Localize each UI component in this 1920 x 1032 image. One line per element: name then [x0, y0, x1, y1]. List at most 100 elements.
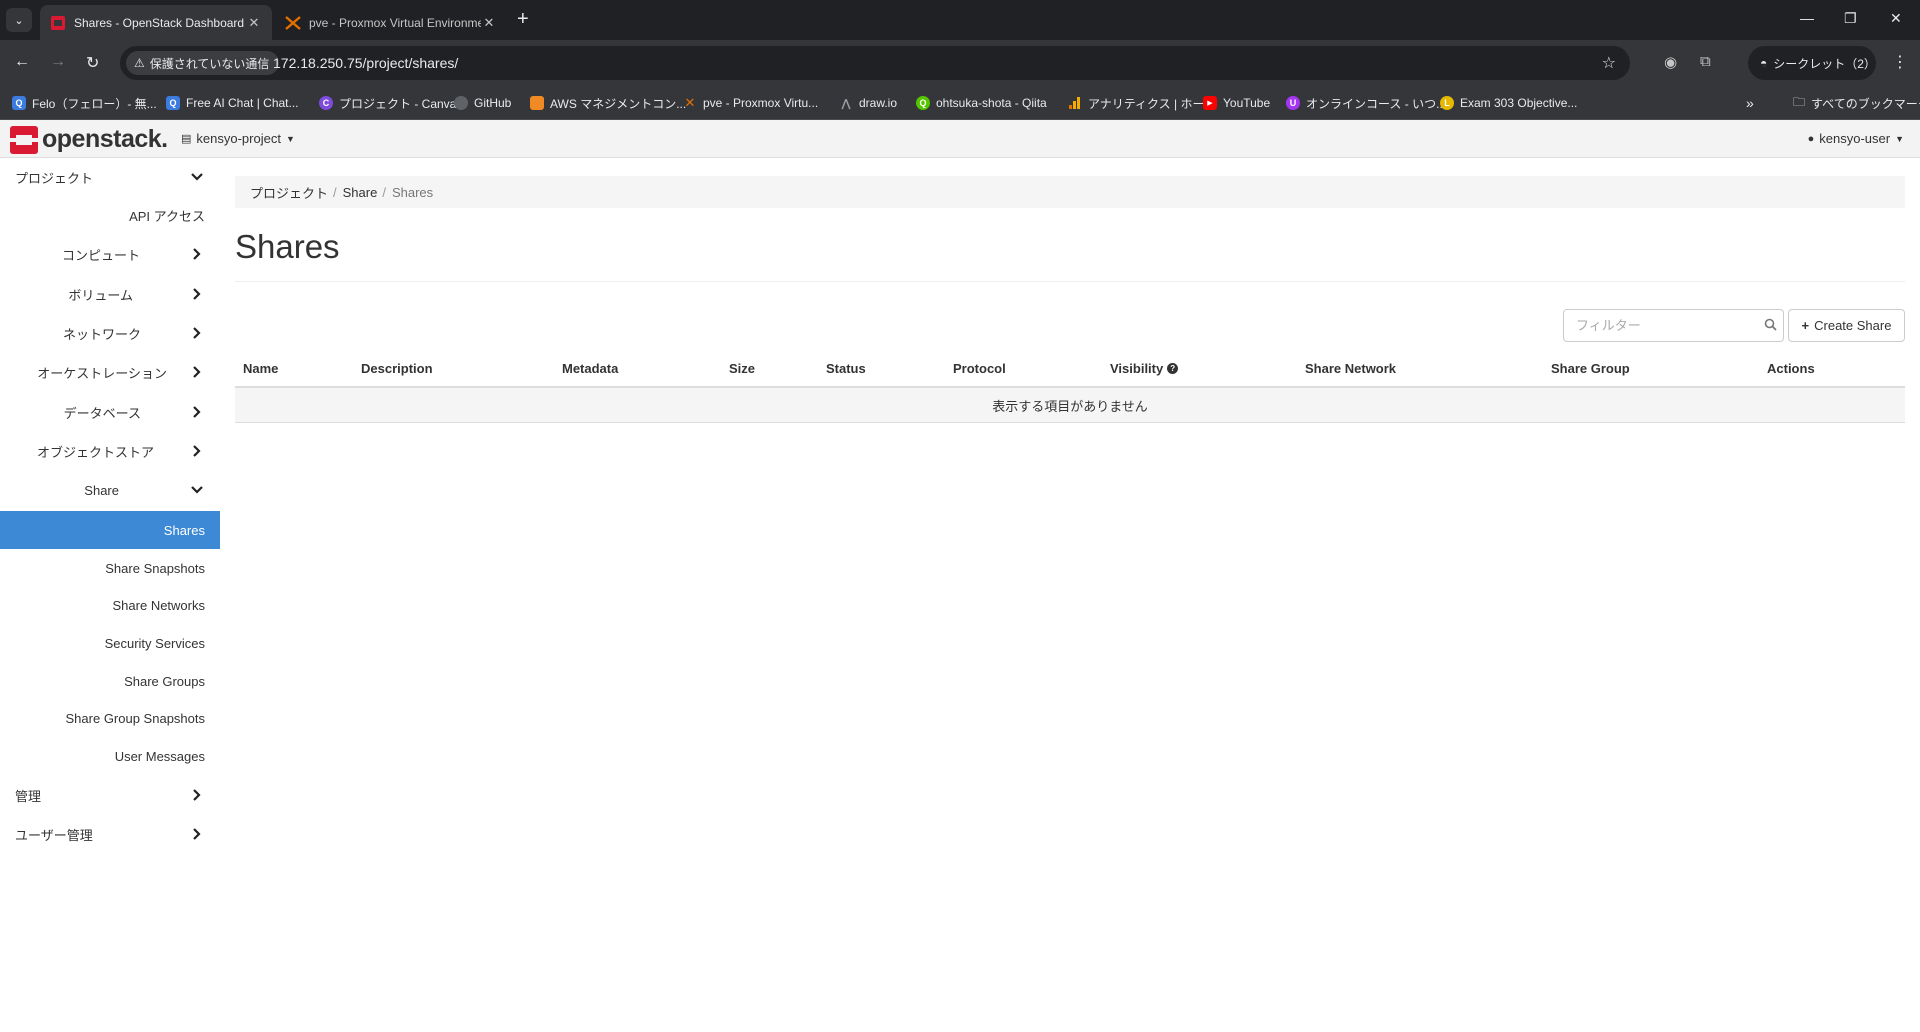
column-header-share-group[interactable]: Share Group [1551, 361, 1630, 376]
bookmark-item[interactable]: C プロジェクト - Canva [319, 94, 456, 112]
folder-icon: 🗀 [1793, 94, 1806, 109]
sidebar-item-object-store[interactable]: オブジェクトストア [37, 432, 154, 470]
bookmarks-overflow-icon[interactable]: » [1746, 94, 1754, 112]
sidebar-item-label: Shares [163, 522, 205, 538]
tab-title: pve - Proxmox Virtual Environment [309, 15, 481, 30]
table-header: Name Description Metadata Size Status Pr… [235, 351, 1905, 388]
chevron-right-icon [190, 275, 204, 313]
bookmark-item[interactable]: ▶ YouTube [1203, 94, 1270, 112]
sidebar-item-orchestration[interactable]: オーケストレーション [37, 353, 167, 391]
plus-icon: + [1801, 318, 1810, 333]
minimize-icon[interactable]: — [1800, 10, 1814, 26]
bookmark-item[interactable]: Q ohtsuka-shota - Qiita [916, 94, 1047, 112]
tab-search-button[interactable]: ⌄ [6, 8, 32, 32]
create-share-label: Create Share [1814, 318, 1892, 333]
bookmark-item[interactable]: Q Free AI Chat | Chat... [166, 94, 299, 112]
sidebar-item-compute[interactable]: コンピュート [62, 235, 140, 273]
browser-tab-proxmox[interactable]: pve - Proxmox Virtual Environment ✕ [275, 5, 507, 40]
sidebar-item-share-snapshots[interactable]: Share Snapshots [105, 549, 205, 587]
bookmark-label: プロジェクト - Canva [339, 96, 457, 111]
sidebar-item-label: Share Group Snapshots [65, 710, 205, 726]
sidebar-item-shares[interactable]: Shares [0, 511, 220, 549]
empty-table-row: 表示する項目がありません [235, 388, 1905, 423]
chevron-right-icon [190, 235, 204, 273]
column-label: Share Group [1551, 361, 1630, 376]
close-tab-icon[interactable]: ✕ [481, 15, 497, 31]
bookmark-star-icon[interactable]: ☆ [1602, 53, 1616, 73]
bookmark-item[interactable]: ⋀ draw.io [839, 94, 897, 112]
bookmark-item[interactable]: Q Felo（フェロー）- 無... [12, 94, 157, 112]
restore-icon[interactable]: ❐ [1844, 10, 1857, 27]
sidebar-item-share-group-snapshots[interactable]: Share Group Snapshots [66, 699, 205, 737]
filter-input[interactable] [1564, 310, 1744, 341]
openstack-favicon-icon [50, 15, 66, 31]
sidebar-item-identity[interactable]: ユーザー管理 [15, 815, 210, 853]
search-icon[interactable] [1764, 318, 1777, 336]
sidebar-item-label: オブジェクトストア [36, 444, 154, 460]
column-header-name[interactable]: Name [243, 361, 278, 376]
sidebar-item-project[interactable]: プロジェクト [15, 158, 210, 196]
bookmark-item[interactable]: アナリティクス | ホーム [1068, 94, 1216, 112]
column-label: Actions [1767, 361, 1815, 376]
tab-title: Shares - OpenStack Dashboard [74, 15, 245, 30]
close-tab-icon[interactable]: ✕ [246, 15, 262, 31]
column-header-size[interactable]: Size [729, 361, 755, 376]
all-bookmarks-label: すべてのブックマーク [1811, 96, 1920, 111]
create-share-button[interactable]: + Create Share [1788, 309, 1905, 342]
bookmark-item[interactable]: ✕ pve - Proxmox Virtu... [683, 94, 819, 112]
bookmark-item[interactable]: GitHub [454, 94, 511, 112]
chevron-right-icon [190, 393, 204, 431]
camera-icon[interactable]: ◉ [1664, 53, 1677, 71]
column-header-status[interactable]: Status [826, 361, 866, 376]
sidebar-item-api-access[interactable]: API アクセス [129, 196, 205, 234]
sidebar-item-share-groups[interactable]: Share Groups [124, 662, 205, 700]
back-icon[interactable]: ← [14, 53, 30, 71]
all-bookmarks-button[interactable]: 🗀 すべてのブックマーク [1793, 94, 1920, 112]
bookmark-item[interactable]: L Exam 303 Objective... [1440, 94, 1577, 112]
bookmark-label: アナリティクス | ホーム [1088, 96, 1217, 111]
bookmark-item[interactable]: U オンラインコース - いつ... [1286, 94, 1446, 112]
sidebar-item-share[interactable]: Share [84, 471, 119, 509]
reload-icon[interactable]: ↻ [86, 53, 99, 73]
sidebar-item-label: Share Networks [112, 597, 205, 613]
sidebar-item-share-networks[interactable]: Share Networks [113, 586, 205, 624]
chevron-right-icon [190, 432, 204, 470]
sidebar-item-network[interactable]: ネットワーク [63, 314, 141, 352]
sidebar-item-admin[interactable]: 管理 [15, 776, 210, 814]
sidebar-item-label: Share [84, 482, 119, 498]
breadcrumb-share[interactable]: Share [343, 185, 378, 200]
column-header-description[interactable]: Description [361, 361, 433, 376]
analytics-icon [1068, 96, 1082, 110]
bookmark-label: AWS マネジメントコン... [550, 96, 687, 111]
openstack-logo[interactable]: openstack. [10, 125, 168, 154]
sidebar-item-volume[interactable]: ボリューム [68, 275, 133, 313]
help-icon[interactable]: ? [1167, 363, 1179, 374]
openstack-navbar: openstack. ▤ kensyo-project ▼ ● kensyo-u… [0, 120, 1920, 158]
sidebar-item-user-messages[interactable]: User Messages [115, 737, 205, 775]
project-dropdown[interactable]: ▤ kensyo-project ▼ [181, 131, 295, 146]
column-label: Protocol [953, 361, 1006, 376]
sidebar-item-database[interactable]: データベース [64, 393, 141, 431]
sidebar-item-label: オーケストレーション [37, 365, 167, 381]
incognito-indicator[interactable]: ◓ シークレット（2） [1748, 46, 1876, 80]
address-bar[interactable]: ⚠ 保護されていない通信 172.18.250.75/project/share… [120, 46, 1630, 80]
extensions-icon[interactable]: ⧉ [1700, 53, 1711, 70]
column-header-share-network[interactable]: Share Network [1305, 361, 1396, 376]
browser-menu-icon[interactable]: ⋮ [1892, 52, 1908, 72]
forward-icon[interactable]: → [50, 53, 66, 71]
url-text[interactable]: 172.18.250.75/project/shares/ [273, 55, 458, 71]
column-header-metadata[interactable]: Metadata [562, 361, 618, 376]
breadcrumb-project[interactable]: プロジェクト [250, 183, 328, 202]
filter-box [1563, 309, 1784, 342]
page-header: Shares [235, 228, 1905, 282]
column-header-visibility[interactable]: Visibility ? [1110, 361, 1179, 376]
user-dropdown[interactable]: ● kensyo-user ▼ [1808, 131, 1904, 146]
close-window-icon[interactable]: ✕ [1890, 10, 1902, 27]
security-chip[interactable]: ⚠ 保護されていない通信 [126, 51, 280, 75]
browser-tab-shares[interactable]: Shares - OpenStack Dashboard ✕ [40, 5, 272, 40]
sidebar-item-label: Share Groups [124, 673, 205, 689]
bookmark-item[interactable]: AWS マネジメントコン... [530, 94, 686, 112]
column-header-protocol[interactable]: Protocol [953, 361, 1006, 376]
new-tab-button[interactable]: + [517, 8, 529, 30]
sidebar-item-security-services[interactable]: Security Services [105, 624, 205, 662]
